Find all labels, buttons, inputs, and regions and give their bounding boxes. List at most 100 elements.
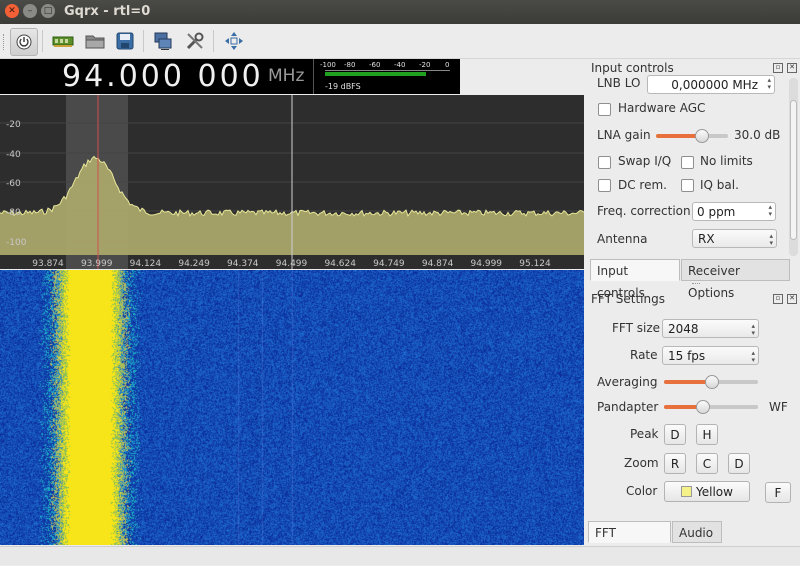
meter-tick: -100: [320, 61, 336, 69]
averaging-slider-fill: [664, 380, 711, 384]
float-dock-button[interactable]: ▫: [773, 294, 783, 304]
y-tick-label: -20: [6, 120, 21, 130]
input-controls-title: Input controls: [591, 61, 674, 75]
x-tick-label: 94.749: [373, 259, 405, 269]
lna-gain-slider-handle[interactable]: [695, 129, 709, 143]
waterfall-display[interactable]: [0, 270, 584, 545]
frequency-value[interactable]: 94.000 000: [62, 59, 264, 94]
peak-label: Peak: [630, 427, 659, 441]
power-button[interactable]: [10, 28, 38, 56]
iq-bal-label: IQ bal.: [700, 178, 739, 192]
meter-tick: -60: [369, 61, 381, 69]
zoom-label: Zoom: [624, 456, 659, 470]
x-tick-label: 94.999: [471, 259, 503, 269]
lnb-lo-spinbox[interactable]: 0,000000 MHz ▴ ▾: [647, 75, 775, 94]
lna-gain-value: 30.0 dB: [734, 128, 781, 142]
dc-rem-checkbox[interactable]: [598, 179, 611, 192]
power-icon: [16, 34, 32, 50]
title-bar: ✕ – □ Gqrx - rtl=0: [0, 0, 800, 24]
signal-meter: -100 -80 -60 -40 -20 0 -19 dBFS: [313, 59, 460, 94]
signal-level-bar: [325, 72, 426, 76]
spectrum-canvas[interactable]: -20 -40 -60 -80 -100 93.874 93.999 94.124 94.24…: [0, 95, 585, 269]
hardware-agc-checkbox[interactable]: [598, 103, 611, 116]
io-devices-button[interactable]: [50, 28, 76, 54]
peak-detect-button[interactable]: D: [664, 424, 686, 445]
tab-fft-settings[interactable]: FFT Settings: [588, 521, 671, 562]
iq-bal-checkbox[interactable]: [681, 179, 694, 192]
toolbar-handle[interactable]: [3, 34, 6, 50]
x-axis-labels: 93.874 93.999 94.124 94.249 94.374 94.499 94.6…: [32, 259, 551, 269]
fill-toggle-button[interactable]: F: [765, 482, 791, 503]
antenna-select[interactable]: RX ▴ ▾: [692, 229, 777, 248]
lnb-lo-label: LNB LO: [597, 76, 641, 90]
minimize-window-button[interactable]: –: [23, 4, 37, 18]
zoom-reset-button[interactable]: R: [664, 453, 686, 474]
swap-iq-checkbox[interactable]: [598, 156, 611, 169]
zoom-center-button[interactable]: C: [696, 453, 718, 474]
freq-correction-label: Freq. correction: [597, 204, 691, 218]
lna-gain-label: LNA gain: [597, 128, 651, 142]
meter-tick: 0: [445, 61, 450, 69]
float-dock-button[interactable]: ▫: [773, 63, 783, 73]
meter-tick: -40: [394, 61, 406, 69]
panel-scrollbar-thumb[interactable]: [790, 100, 797, 240]
tab-receiver-options[interactable]: Receiver Options: [681, 259, 790, 300]
lna-gain-slider[interactable]: [656, 129, 728, 143]
averaging-slider-handle[interactable]: [705, 375, 719, 389]
x-tick-label: 94.124: [130, 259, 162, 269]
peak-hold-button[interactable]: H: [696, 424, 718, 445]
color-picker-button[interactable]: Yellow: [664, 481, 750, 502]
chevron-updown-icon: ▴ ▾: [751, 349, 755, 364]
x-tick-label: 94.499: [276, 259, 308, 269]
close-window-button[interactable]: ✕: [5, 4, 19, 18]
freq-correction-spinbox[interactable]: 0 ppm ▴ ▾: [692, 202, 776, 221]
device-icon: [52, 36, 74, 47]
close-dock-button[interactable]: ✕: [787, 294, 797, 304]
spin-arrows-icon[interactable]: ▴ ▾: [767, 77, 771, 91]
network-icon: [154, 32, 172, 50]
no-limits-checkbox[interactable]: [681, 156, 694, 169]
rate-select[interactable]: 15 fps ▴ ▾: [662, 346, 759, 365]
fullscreen-button[interactable]: [221, 28, 247, 54]
waterfall-canvas[interactable]: [0, 270, 584, 545]
tab-input-controls[interactable]: Input controls: [590, 259, 680, 300]
meter-tick: -80: [344, 61, 356, 69]
dock-splitter-handle[interactable]: [692, 283, 700, 287]
averaging-slider[interactable]: [664, 375, 758, 389]
antenna-value: RX: [698, 232, 715, 246]
x-tick-label: 94.874: [422, 259, 454, 269]
dc-rem-label: DC rem.: [618, 178, 667, 192]
spectrum-plot[interactable]: -20 -40 -60 -80 -100 93.874 93.999 94.124 94.24…: [0, 95, 585, 269]
swap-iq-label: Swap I/Q: [618, 154, 672, 168]
pandapter-slider-handle[interactable]: [696, 400, 710, 414]
rate-value: 15 fps: [668, 349, 706, 363]
averaging-label: Averaging: [597, 375, 658, 389]
toolbar-separator: [143, 30, 144, 52]
pandapter-label: Pandapter: [597, 400, 659, 414]
pandapter-waterfall-slider[interactable]: [664, 400, 758, 414]
tab-audio[interactable]: Audio: [672, 521, 722, 543]
color-label: Color: [626, 484, 658, 498]
open-button[interactable]: [82, 28, 108, 54]
status-bar: [0, 546, 800, 565]
no-limits-label: No limits: [700, 154, 753, 168]
remote-control-button[interactable]: [150, 28, 176, 54]
y-tick-label: -80: [6, 208, 21, 218]
save-button[interactable]: [112, 28, 138, 54]
chevron-updown-icon: ▴ ▾: [751, 322, 755, 337]
frequency-display[interactable]: 94.000 000 MHz: [0, 59, 313, 94]
fft-size-label: FFT size: [612, 321, 661, 335]
tools-button[interactable]: [182, 28, 208, 54]
fft-size-select[interactable]: 2048 ▴ ▾: [662, 319, 759, 338]
y-tick-label: -60: [6, 179, 21, 189]
close-dock-button[interactable]: ✕: [787, 63, 797, 73]
zoom-demod-button[interactable]: D: [728, 453, 750, 474]
maximize-window-button[interactable]: □: [41, 4, 55, 18]
lnb-lo-value: 0,000000 MHz: [671, 78, 758, 92]
x-tick-label: 94.374: [227, 259, 259, 269]
spin-arrows-icon[interactable]: ▴ ▾: [768, 204, 772, 218]
color-value: Yellow: [696, 485, 733, 499]
y-tick-label: -100: [6, 238, 27, 248]
fullscreen-icon: [225, 32, 243, 50]
x-tick-label: 93.999: [81, 259, 113, 269]
